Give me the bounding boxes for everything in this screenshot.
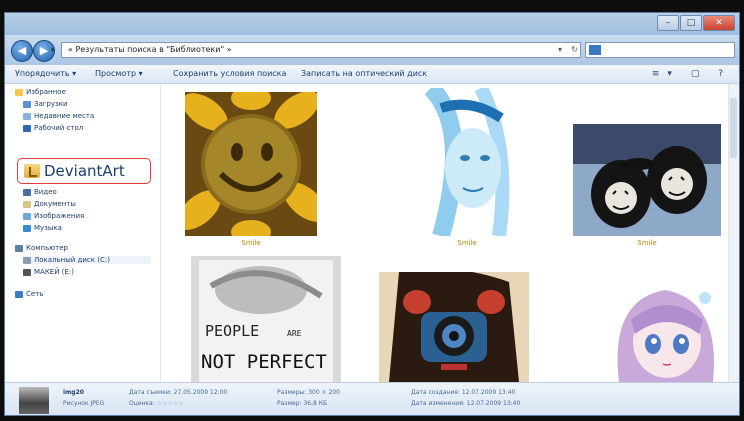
details-rating: Оценка: ☆☆☆☆☆ <box>129 400 184 407</box>
thumbnail-label: Smile <box>637 239 657 247</box>
file-preview-thumbnail <box>19 387 49 414</box>
video-library-icon <box>23 188 31 196</box>
address-bar[interactable]: « Результаты поиска в "Библиотеки" » ▾ ↻ <box>61 42 581 58</box>
people-not-perfect-image: PEOPLE ARE NOT PERFECT <box>191 256 341 382</box>
not-perfect-text: NOT PERFECT <box>201 351 327 373</box>
history-dropdown-icon[interactable]: ▾ <box>51 46 55 54</box>
nav-favorites[interactable]: Избранное <box>15 88 66 96</box>
address-dropdown-icon[interactable]: ▾ <box>558 43 562 57</box>
details-date-taken: Дата съемки: 27.05.2009 12:00 <box>129 389 228 396</box>
rating-stars[interactable]: ☆☆☆☆☆ <box>157 400 184 407</box>
search-box[interactable] <box>585 42 735 58</box>
nav-video[interactable]: Видео <box>23 188 57 196</box>
sunflower-smiley-thumbnail[interactable] <box>185 92 317 236</box>
nav-documents[interactable]: Документы <box>23 200 76 208</box>
network-icon <box>15 290 23 298</box>
downloads-icon <box>23 100 31 108</box>
camera-girl-thumbnail[interactable] <box>379 272 529 382</box>
nav-computer[interactable]: Компьютер <box>15 244 68 252</box>
nav-local-disk-c[interactable]: Локальный диск (C:) <box>23 256 151 264</box>
blue-face-sketch-thumbnail[interactable] <box>411 88 523 236</box>
sunflower-smiley-image <box>185 92 317 236</box>
minimize-button[interactable]: – <box>657 15 679 31</box>
details-modified: Дата изменения: 12.07.2009 13:40 <box>411 400 521 407</box>
change-view-icon[interactable]: ≡▾ <box>652 69 680 79</box>
file-view: Smile Smile Smile PEOPLE ARE NOT PERFECT <box>161 84 731 382</box>
close-button[interactable]: ✕ <box>703 15 735 31</box>
blue-face-image <box>411 88 523 236</box>
maximize-button[interactable]: □ <box>680 15 702 31</box>
nav-music[interactable]: Музыка <box>23 224 62 232</box>
details-dimensions: Размеры: 300 × 200 <box>277 389 340 396</box>
nav-network[interactable]: Сеть <box>15 290 43 298</box>
nav-recent-places[interactable]: Недавние места <box>23 112 94 120</box>
music-library-icon <box>23 224 31 232</box>
burn-disc-button[interactable]: Записать на оптический диск <box>301 65 427 83</box>
back-button[interactable]: ◀ <box>11 40 33 62</box>
nav-pictures[interactable]: Изображения <box>23 212 84 220</box>
save-search-button[interactable]: Сохранить условия поиска <box>173 65 286 83</box>
details-filetype: Рисунок JPEG <box>63 400 105 407</box>
computer-icon <box>15 244 23 252</box>
pictures-library-icon <box>23 212 31 220</box>
people-not-perfect-thumbnail[interactable]: PEOPLE ARE NOT PERFECT <box>191 256 341 382</box>
star-icon <box>15 88 23 96</box>
search-icon <box>589 45 601 55</box>
navigation-bar: ◀ ▶ ▾ « Результаты поиска в "Библиотеки"… <box>5 35 739 65</box>
anime-girl-thumbnail[interactable] <box>609 280 721 382</box>
vertical-scrollbar[interactable] <box>728 84 739 382</box>
view-controls: ≡▾ ▢ ? <box>652 65 731 83</box>
navigation-pane: Избранное Загрузки Недавние места Рабочи… <box>5 84 161 382</box>
details-created: Дата создания: 12.07.2009 13:40 <box>411 389 516 396</box>
forward-arrow-icon: ▶ <box>39 44 49 57</box>
view-menu[interactable]: Просмотр ▾ <box>95 65 143 83</box>
details-size: Размер: 36,8 КБ <box>277 400 328 407</box>
smiley-shoes-thumbnail[interactable] <box>573 124 721 236</box>
thumbnail-label: Smile <box>241 239 261 247</box>
desktop-icon <box>23 124 31 132</box>
people-text: PEOPLE <box>205 322 259 340</box>
documents-library-icon <box>23 200 31 208</box>
smiley-shoes-image <box>573 124 721 236</box>
back-arrow-icon: ◀ <box>17 44 27 57</box>
explorer-window: – □ ✕ ◀ ▶ ▾ « Результаты поиска в "Библи… <box>4 12 740 416</box>
command-bar: Упорядочить ▾ Просмотр ▾ Сохранить услов… <box>5 65 739 84</box>
thumbnail-label: Smile <box>457 239 477 247</box>
organize-menu[interactable]: Упорядочить ▾ <box>15 65 76 83</box>
camera-girl-image <box>379 272 529 382</box>
nav-drive-e[interactable]: МАКЕЙ (E:) <box>23 268 74 276</box>
removable-drive-icon <box>23 268 31 276</box>
deviantart-label: DeviantArt <box>44 162 125 180</box>
nav-deviantart-folder[interactable]: DeviantArt <box>17 158 151 184</box>
recent-places-icon <box>23 112 31 120</box>
details-filename: img20 <box>63 389 84 396</box>
preview-pane-icon[interactable]: ▢ <box>691 69 708 79</box>
nav-desktop[interactable]: Рабочий стол <box>23 124 83 132</box>
scrollbar-thumb[interactable] <box>730 98 737 158</box>
help-icon[interactable]: ? <box>718 69 731 79</box>
caption-buttons: – □ ✕ <box>657 15 735 31</box>
refresh-icon[interactable]: ↻ <box>571 43 578 57</box>
are-text: ARE <box>287 329 302 338</box>
folder-icon <box>24 164 40 178</box>
nav-downloads[interactable]: Загрузки <box>23 100 68 108</box>
address-text: « Результаты поиска в "Библиотеки" » <box>68 45 232 54</box>
drive-icon <box>23 256 31 264</box>
anime-girl-image <box>609 280 721 382</box>
details-pane: img20 Рисунок JPEG Дата съемки: 27.05.20… <box>5 382 739 415</box>
